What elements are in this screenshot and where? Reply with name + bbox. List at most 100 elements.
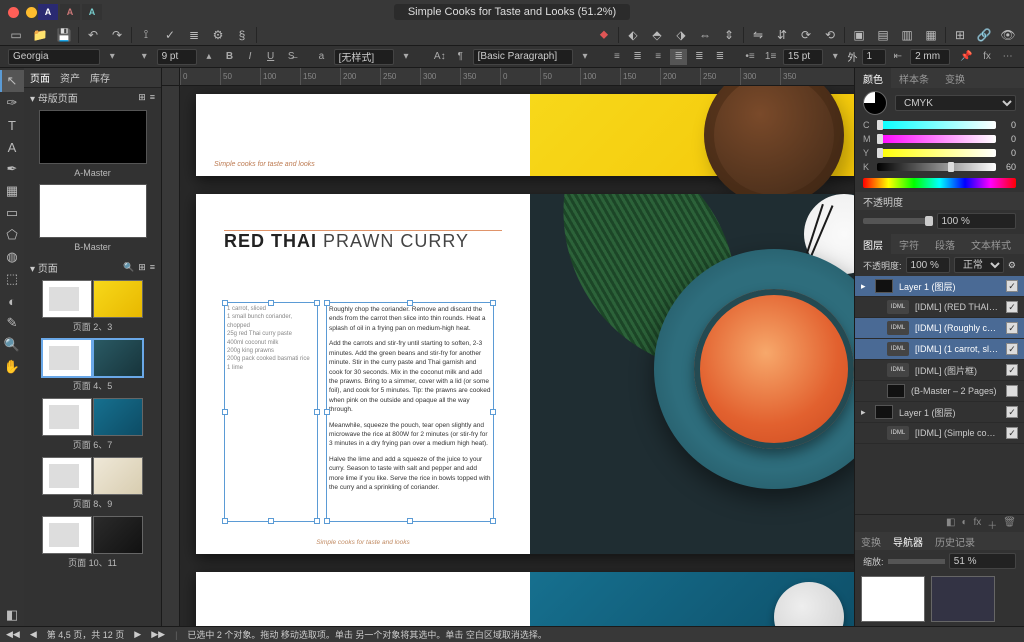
char-style-icon[interactable]: a xyxy=(313,49,330,65)
tab-assets[interactable]: 资产 xyxy=(60,70,80,85)
indent-icon[interactable]: ⇤ xyxy=(890,49,907,65)
picture-frame-tool-icon[interactable]: ▭ xyxy=(0,202,24,224)
align-right-text-icon[interactable]: ≡ xyxy=(650,49,667,65)
method-text-frame[interactable]: Roughly chop the coriander. Remove and d… xyxy=(326,302,494,522)
align-justify-left-icon[interactable]: ≣ xyxy=(691,49,708,65)
baseline-icon[interactable]: ≣ xyxy=(184,26,204,44)
more-icon[interactable]: ⋯ xyxy=(999,49,1016,65)
tab-swatches[interactable]: 样本条 xyxy=(891,68,937,88)
align-center-icon[interactable]: ⬘ xyxy=(647,26,667,44)
cyan-slider[interactable] xyxy=(877,121,996,129)
font-size-field[interactable] xyxy=(157,49,197,65)
page-2[interactable]: Simple cooks for taste and looks xyxy=(196,94,530,176)
page-4[interactable]: RED THAI PRAWN CURRY 1 carrot, sliced 1 … xyxy=(196,194,530,554)
publisher-persona-icon[interactable]: A xyxy=(38,4,58,20)
anchor-icon[interactable]: ⟟ xyxy=(136,26,156,44)
yellow-value[interactable]: 0 xyxy=(1000,148,1016,158)
delete-layer-icon[interactable]: 🗑 xyxy=(1003,517,1016,530)
zoom-tool-icon[interactable]: 🔍 xyxy=(0,334,24,356)
open-icon[interactable]: 📁 xyxy=(30,26,50,44)
tracking-field[interactable] xyxy=(862,49,886,65)
link-icon[interactable]: 🔗 xyxy=(974,26,994,44)
align-center-text-icon[interactable]: ≣ xyxy=(629,49,646,65)
horizontal-ruler[interactable]: 0501001502002503003500501001502002503003… xyxy=(180,68,854,86)
spread-8-9-thumb[interactable] xyxy=(24,457,161,495)
tab-stock[interactable]: 库存 xyxy=(90,70,110,85)
close-window-icon[interactable] xyxy=(8,7,19,18)
layer-opacity-field[interactable] xyxy=(906,257,950,273)
align-right-icon[interactable]: ⬗ xyxy=(671,26,691,44)
prev-page-icon[interactable]: ◀ xyxy=(30,629,37,640)
ingredients-text-frame[interactable]: 1 carrot, sliced 1 small bunch coriander… xyxy=(224,302,318,522)
list-number-icon[interactable]: 1≡ xyxy=(762,49,779,65)
yellow-slider[interactable] xyxy=(877,149,996,157)
minimize-window-icon[interactable] xyxy=(26,7,37,18)
tab-navigator[interactable]: 导航器 xyxy=(887,532,929,550)
opacity-slider[interactable] xyxy=(863,218,933,224)
layer-visibility-checkbox[interactable] xyxy=(1006,385,1018,397)
magenta-value[interactable]: 0 xyxy=(1000,134,1016,144)
baseline-shift-icon[interactable]: A↕ xyxy=(431,49,448,65)
sections-icon[interactable]: § xyxy=(232,26,252,44)
adjust-layer-icon[interactable]: ◐ xyxy=(961,517,967,530)
leading-dropdown-icon[interactable]: ▾ xyxy=(827,49,844,65)
layer-row[interactable]: IDML[IDML] (RED THAI PRAWN✓ xyxy=(855,297,1024,318)
char-style-dropdown-icon[interactable]: ▾ xyxy=(398,49,415,65)
pen-tool-icon[interactable]: ✒ xyxy=(0,158,24,180)
add-layer-icon[interactable]: ＋ xyxy=(987,517,997,530)
pages-search-icon[interactable]: 🔍 xyxy=(123,262,134,273)
italic-icon[interactable]: I xyxy=(242,49,259,65)
spread-2-3[interactable]: Simple cooks for taste and looks xyxy=(196,94,854,176)
flip-v-icon[interactable]: ⇵ xyxy=(772,26,792,44)
underline-icon[interactable]: U xyxy=(262,49,279,65)
font-dropdown-icon[interactable]: ▾ xyxy=(104,49,121,65)
master-a-thumb[interactable] xyxy=(39,110,147,164)
panel-menu-icon[interactable]: ≡ xyxy=(150,92,155,103)
tab-character[interactable]: 字符 xyxy=(891,234,927,254)
nav-zoom-slider[interactable] xyxy=(888,559,945,564)
tab-color[interactable]: 颜色 xyxy=(855,68,891,88)
rotate-cw-icon[interactable]: ⟳ xyxy=(796,26,816,44)
color-picker-tool-icon[interactable]: ✎ xyxy=(0,312,24,334)
ruler-origin-icon[interactable] xyxy=(162,68,180,86)
tab-text-styles[interactable]: 文本样式 xyxy=(963,234,1019,254)
arrange-forward-icon[interactable]: ▤ xyxy=(873,26,893,44)
preflight-icon[interactable]: ✓ xyxy=(160,26,180,44)
page-5[interactable] xyxy=(530,194,854,554)
magenta-slider[interactable] xyxy=(877,135,996,143)
designer-persona-icon[interactable]: A xyxy=(82,4,102,20)
para-style-field[interactable] xyxy=(473,49,573,65)
layer-row[interactable]: (B-Master – 2 Pages) xyxy=(855,381,1024,402)
layer-visibility-checkbox[interactable]: ✓ xyxy=(1006,343,1018,355)
tab-history[interactable]: 历史记录 xyxy=(929,532,981,550)
fill-tool-icon[interactable]: ◍ xyxy=(0,246,24,268)
photo-persona-icon[interactable]: A xyxy=(60,4,80,20)
layer-row[interactable]: IDML[IDML] (Simple cooks fo✓ xyxy=(855,423,1024,444)
tab-transform[interactable]: 变换 xyxy=(937,68,973,88)
spread-4-5-thumb[interactable] xyxy=(24,339,161,377)
layer-visibility-checkbox[interactable]: ✓ xyxy=(1006,301,1018,313)
color-well-icon[interactable] xyxy=(863,91,887,115)
layer-fx-icon[interactable]: ⚙ xyxy=(1008,260,1016,271)
spread-6-7-thumb[interactable] xyxy=(24,398,161,436)
black-slider[interactable] xyxy=(877,163,996,171)
mask-layer-icon[interactable]: ◧ xyxy=(946,517,955,530)
layer-visibility-checkbox[interactable]: ✓ xyxy=(1006,322,1018,334)
page-indicator[interactable]: 第 4,5 页，共 12 页 xyxy=(47,628,125,641)
transparency-tool-icon[interactable]: ◐ xyxy=(0,290,24,312)
shape-tool-icon[interactable]: ⬠ xyxy=(0,224,24,246)
layer-visibility-checkbox[interactable]: ✓ xyxy=(1006,364,1018,376)
text-frame-tool-icon[interactable]: T xyxy=(0,114,24,136)
fx-layer-icon[interactable]: fx xyxy=(974,517,982,530)
master-b-thumb[interactable] xyxy=(39,184,147,238)
spread-2-3-thumb[interactable] xyxy=(24,280,161,318)
distribute-h-icon[interactable]: ⇔ xyxy=(695,26,715,44)
strike-icon[interactable]: S̶ xyxy=(283,49,300,65)
left-panel-tabs[interactable]: 页面 资产 库存 xyxy=(24,68,161,88)
spread-10-11-thumb[interactable] xyxy=(24,516,161,554)
pan-tool-icon[interactable]: ✋ xyxy=(0,356,24,378)
save-icon[interactable]: 💾 xyxy=(54,26,74,44)
fields-icon[interactable]: ⚙ xyxy=(208,26,228,44)
layer-row[interactable]: IDML[IDML] (Roughly chop the✓ xyxy=(855,318,1024,339)
pin-icon[interactable]: 📌 xyxy=(958,49,975,65)
